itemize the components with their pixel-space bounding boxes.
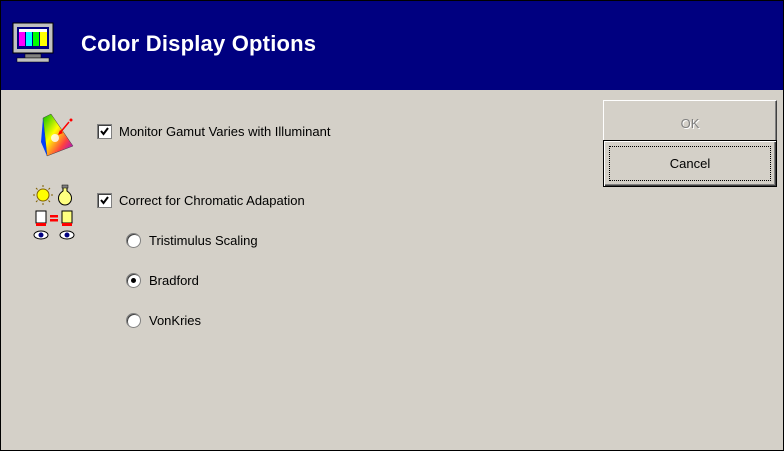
radio-dot <box>131 278 136 283</box>
monitor-gamut-label: Monitor Gamut Varies with Illuminant <box>119 124 331 139</box>
monitor-gamut-checkbox[interactable] <box>97 124 112 139</box>
radio-label: Bradford <box>149 273 199 288</box>
chromatic-adaptation-checkbox[interactable] <box>97 193 112 208</box>
focus-rectangle <box>609 146 771 181</box>
radio-tristimulus-scaling[interactable]: Tristimulus Scaling <box>126 233 258 248</box>
chromatic-adaptation-label: Correct for Chromatic Adapation <box>119 193 305 208</box>
radio-label: VonKries <box>149 313 202 328</box>
chromatic-adaptation-option[interactable]: Correct for Chromatic Adapation <box>97 193 305 208</box>
radio-label: Tristimulus Scaling <box>149 233 258 248</box>
radio-button[interactable] <box>126 233 141 248</box>
chromaticity-diagram-icon <box>39 112 79 158</box>
color-display-options-dialog: Color Display Options Monitor Gamut Vari… <box>0 0 784 451</box>
title-bar: Color Display Options <box>1 1 783 90</box>
radio-vonkries[interactable]: VonKries <box>126 313 201 328</box>
radio-button[interactable] <box>126 313 141 328</box>
dialog-body: Monitor Gamut Varies with Illuminant Cor… <box>1 90 783 450</box>
radio-bradford[interactable]: Bradford <box>126 273 199 288</box>
monitor-gamut-option[interactable]: Monitor Gamut Varies with Illuminant <box>97 124 330 139</box>
cancel-button[interactable]: Cancel <box>603 140 777 187</box>
monitor-icon <box>11 21 55 65</box>
radio-button-selected[interactable] <box>126 273 141 288</box>
chromatic-adaptation-icon <box>33 183 79 247</box>
window-title: Color Display Options <box>81 31 317 56</box>
